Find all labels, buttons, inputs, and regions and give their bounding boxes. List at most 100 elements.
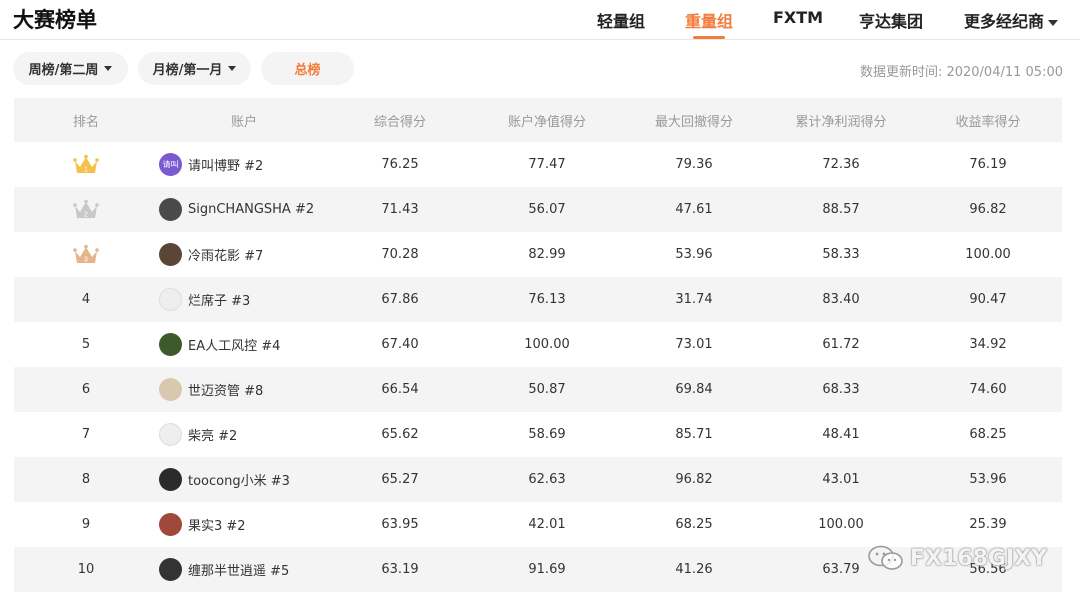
total-score-cell: 67.40 (381, 337, 419, 352)
total-score-cell: 65.62 (381, 427, 419, 442)
avatar (159, 513, 182, 536)
col-header-profit-score: 累计净利润得分 (795, 114, 887, 130)
rank-number: 6 (81, 382, 91, 397)
col-header-account: 账户 (230, 114, 257, 130)
table-row[interactable]: 5 EA人工风控 #4 67.40 100.00 73.01 61.72 34.92 (14, 322, 1062, 367)
drawdown-score-cell: 53.96 (675, 247, 713, 262)
equity-score-cell: 50.87 (528, 382, 566, 397)
account-cell[interactable]: 果实3 #2 (159, 502, 359, 547)
total-score-cell: 65.27 (381, 472, 419, 487)
avatar (159, 243, 182, 266)
drawdown-score-cell: 85.71 (675, 427, 713, 442)
nav-tab-light[interactable]: 轻量组 (597, 8, 645, 40)
total-score-cell: 70.28 (381, 247, 419, 262)
filter-bar: 周榜/第二周 月榜/第一月 总榜 数据更新时间: 2020/04/11 05:0… (0, 52, 1080, 86)
account-name: toocong小米 #3 (188, 474, 290, 489)
account-name: 冷雨花影 #7 (188, 249, 264, 264)
account-cell[interactable]: 烂席子 #3 (159, 277, 359, 322)
rank-crown-icon: 3 (46, 232, 126, 277)
rank-number: 7 (81, 427, 91, 442)
chevron-down-icon (1048, 19, 1059, 26)
return-score-cell: 68.25 (969, 427, 1007, 442)
table-row[interactable]: 2 SignCHANGSHA #2 71.43 56.07 47.61 88.57 96.8… (14, 187, 1062, 232)
rank-number: 9 (81, 517, 91, 532)
account-cell[interactable]: 柴亮 #2 (159, 412, 359, 457)
avatar (159, 333, 182, 356)
avatar (159, 288, 182, 311)
nav-more-brokers-label: 更多经纪商 (964, 12, 1045, 31)
account-cell[interactable]: 缠那半世逍遥 #5 (159, 547, 359, 592)
drawdown-score-cell: 96.82 (675, 472, 713, 487)
avatar (159, 378, 182, 401)
total-score-cell: 67.86 (381, 292, 419, 307)
nav-more-brokers[interactable]: 更多经纪商 (964, 8, 1059, 40)
profit-score-cell: 61.72 (822, 337, 860, 352)
account-name: 果实3 #2 (188, 519, 246, 534)
equity-score-cell: 76.13 (528, 292, 566, 307)
drawdown-score-cell: 31.74 (675, 292, 713, 307)
account-name: 请叫博野 #2 (188, 159, 264, 174)
col-header-total-score: 综合得分 (373, 114, 426, 130)
wechat-icon (868, 545, 903, 570)
equity-score-cell: 77.47 (528, 157, 566, 172)
account-cell[interactable]: 世迈资管 #8 (159, 367, 359, 412)
table-row[interactable]: 7 柴亮 #2 65.62 58.69 85.71 48.41 68.25 (14, 412, 1062, 457)
total-ranking-button[interactable]: 总榜 (261, 52, 354, 85)
account-cell[interactable]: 冷雨花影 #7 (159, 232, 359, 277)
return-score-cell: 25.39 (969, 517, 1007, 532)
account-cell[interactable]: SignCHANGSHA #2 (159, 187, 359, 232)
avatar: 请叫 (159, 153, 182, 176)
total-score-cell: 63.19 (381, 562, 419, 577)
account-cell[interactable]: EA人工风控 #4 (159, 322, 359, 367)
profit-score-cell: 68.33 (822, 382, 860, 397)
equity-score-cell: 100.00 (524, 337, 570, 352)
col-header-drawdown-score: 最大回撤得分 (654, 114, 733, 130)
table-row[interactable]: 8 toocong小米 #3 65.27 62.63 96.82 43.01 53.96 (14, 457, 1062, 502)
account-name: 烂席子 #3 (188, 294, 251, 309)
rank-crown-icon: 2 (46, 187, 126, 232)
drawdown-score-cell: 68.25 (675, 517, 713, 532)
update-time: 数据更新时间: 2020/04/11 05:00 (859, 65, 1063, 80)
rank-crown-icon: 1 (46, 142, 126, 187)
equity-score-cell: 56.07 (528, 202, 566, 217)
table-row[interactable]: 3 冷雨花影 #7 70.28 82.99 53.96 58.33 100.00 (14, 232, 1062, 277)
rank-number: 10 (77, 562, 95, 577)
rank-number: 8 (81, 472, 91, 487)
week-filter-dropdown[interactable]: 周榜/第二周 (13, 52, 128, 85)
svg-text:2: 2 (84, 211, 88, 218)
return-score-cell: 100.00 (965, 247, 1011, 262)
equity-score-cell: 82.99 (528, 247, 566, 262)
col-header-rank: 排名 (72, 114, 99, 130)
top-bar: 大赛榜单 轻量组 重量组 FXTM 亨达集团 更多经纪商 (0, 0, 1080, 40)
nav-tab-heavy[interactable]: 重量组 (685, 8, 733, 40)
equity-score-cell: 42.01 (528, 517, 566, 532)
crown-icon: 1 (73, 154, 99, 173)
nav-tab-hantec[interactable]: 亨达集团 (859, 8, 923, 40)
profit-score-cell: 83.40 (822, 292, 860, 307)
account-cell[interactable]: toocong小米 #3 (159, 457, 359, 502)
nav-tab-fxtm[interactable]: FXTM (773, 8, 823, 40)
account-name: EA人工风控 #4 (188, 339, 281, 354)
return-score-cell: 74.60 (969, 382, 1007, 397)
drawdown-score-cell: 41.26 (675, 562, 713, 577)
table-row[interactable]: 4 烂席子 #3 67.86 76.13 31.74 83.40 90.47 (14, 277, 1062, 322)
table-row[interactable]: 6 世迈资管 #8 66.54 50.87 69.84 68.33 74.60 (14, 367, 1062, 412)
profit-score-cell: 43.01 (822, 472, 860, 487)
avatar (159, 198, 182, 221)
table-row[interactable]: 9 果实3 #2 63.95 42.01 68.25 100.00 25.39 (14, 502, 1062, 547)
equity-score-cell: 91.69 (528, 562, 566, 577)
month-filter-dropdown[interactable]: 月榜/第一月 (138, 52, 251, 85)
chevron-down-icon (104, 66, 113, 71)
avatar (159, 558, 182, 581)
return-score-cell: 53.96 (969, 472, 1007, 487)
equity-score-cell: 62.63 (528, 472, 566, 487)
profit-score-cell: 72.36 (822, 157, 860, 172)
avatar (159, 468, 182, 491)
col-header-return-score: 收益率得分 (955, 114, 1021, 130)
rank-number: 4 (81, 292, 91, 307)
profit-score-cell: 48.41 (822, 427, 860, 442)
total-score-cell: 71.43 (381, 202, 419, 217)
table-row[interactable]: 1 请叫 请叫博野 #2 76.25 77.47 79.36 72.36 76.19 (14, 142, 1062, 187)
account-cell[interactable]: 请叫 请叫博野 #2 (159, 142, 359, 187)
month-filter-label: 月榜/第一月 (152, 63, 223, 78)
